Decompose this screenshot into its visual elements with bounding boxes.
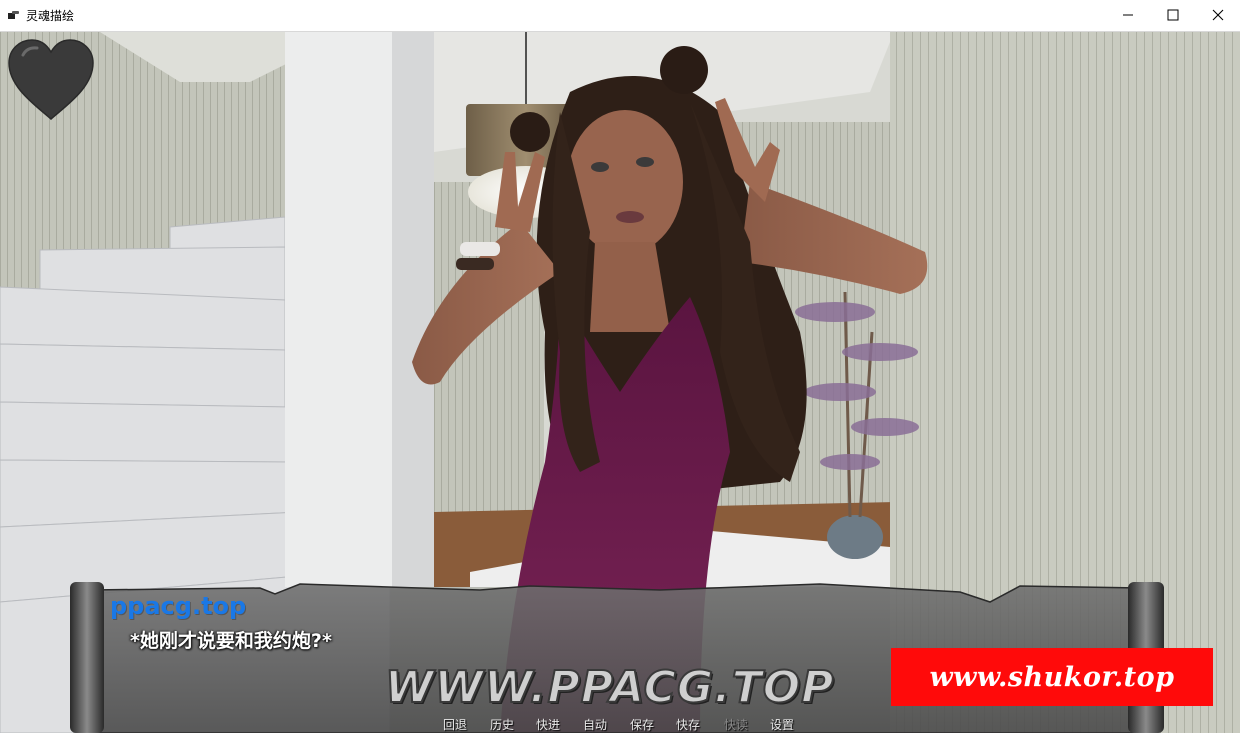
maximize-button[interactable] (1150, 0, 1196, 31)
quick-menu-rollback[interactable]: 回退 (443, 716, 467, 733)
quick-menu-history[interactable]: 历史 (490, 716, 514, 733)
window-titlebar: 灵魂描绘 (0, 0, 1240, 32)
app-icon (8, 11, 19, 20)
game-scene[interactable]: ppacg.top *她刚才说要和我约炮?* WWW.PPACG.TOP www… (0, 32, 1240, 733)
minimize-icon (1123, 14, 1133, 16)
quick-menu-quickload[interactable]: 快读 (724, 716, 748, 733)
window-title: 灵魂描绘 (26, 9, 75, 23)
minimize-button[interactable] (1105, 0, 1151, 31)
dialogue-text: *她刚才说要和我约炮?* (130, 630, 332, 652)
quick-menu-skip[interactable]: 快进 (536, 716, 560, 733)
promo-banner-text: www.shukor.top (929, 661, 1175, 693)
speaker-name: ppacg.top (110, 592, 247, 620)
quick-menu-settings[interactable]: 设置 (770, 716, 794, 733)
close-icon (1212, 9, 1224, 21)
close-button[interactable] (1195, 0, 1240, 31)
maximize-icon (1167, 9, 1179, 21)
quick-menu-auto[interactable]: 自动 (583, 716, 607, 733)
heart-icon[interactable] (5, 37, 97, 123)
quick-menu-quicksave[interactable]: 快存 (676, 716, 700, 733)
site-watermark: WWW.PPACG.TOP (384, 661, 835, 714)
quick-menu-save[interactable]: 保存 (630, 716, 654, 733)
promo-banner: www.shukor.top (891, 648, 1213, 706)
